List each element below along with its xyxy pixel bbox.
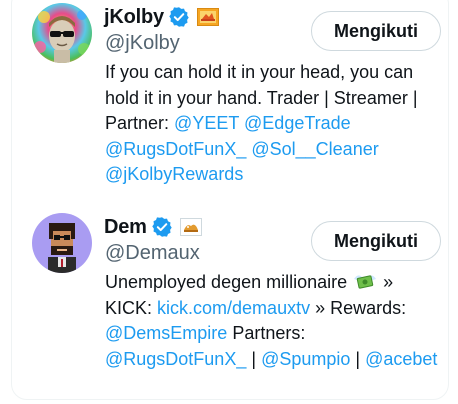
bio-line: @DemsEmpire Partners: [105, 321, 443, 347]
bio-text: KICK: [105, 297, 153, 318]
bio-text: » [383, 272, 394, 292]
mention-link-jkolbyrewards[interactable]: @jKolbyRewards [105, 164, 243, 184]
bio-text: » Rewards: [315, 297, 407, 318]
bio-line: @RugsDotFunX_ @Sol__Cleaner [105, 137, 443, 163]
money-with-wings-icon [352, 271, 378, 291]
verified-badge-icon [151, 216, 173, 238]
bio-line: Partner: @YEET @EdgeTrade [105, 111, 443, 137]
separator: | [251, 348, 257, 369]
kick-url-link[interactable]: kick.com/demauxtv [157, 298, 310, 318]
user-bio: Unemployed degen millionaire » KICK: kic… [105, 270, 443, 372]
bio-line: If you can hold it in your head, you can [105, 62, 414, 82]
bio-line: @jKolbyRewards [105, 162, 443, 188]
mention-link-acebet[interactable]: @acebet [365, 349, 437, 369]
affiliate-badge-icon[interactable] [179, 218, 202, 236]
mention-link-edgetrade[interactable]: @EdgeTrade [244, 113, 351, 133]
following-button[interactable]: Mengikuti [311, 221, 441, 261]
user-cell-dem[interactable]: Dem @Demaux Mengikuti Unemployed degen m… [12, 211, 450, 393]
bio-line: Unemployed degen millionaire » [105, 270, 443, 296]
name-row: Dem [104, 214, 202, 240]
avatar[interactable] [32, 213, 92, 273]
mention-link-yeet[interactable]: @YEET [174, 113, 239, 133]
affiliate-badge-icon[interactable] [196, 8, 219, 26]
who-to-follow-panel: jKolby @jKolby Mengikuti If you can hold… [11, 0, 449, 400]
bio-text: Partners: [232, 323, 306, 343]
mention-link-rugsdotfunx[interactable]: @RugsDotFunX_ [105, 139, 246, 159]
user-handle[interactable]: @jKolby [105, 32, 180, 55]
bio-line: hold it in your hand. Trader | Streamer … [105, 87, 418, 108]
separator: | [355, 348, 361, 369]
verified-badge-icon [168, 6, 190, 28]
name-row: jKolby [104, 4, 219, 30]
mention-link-rugsdotfunx[interactable]: @RugsDotFunX_ [105, 349, 246, 369]
avatar[interactable] [32, 3, 92, 63]
mention-link-spumpio[interactable]: @Spumpio [261, 349, 350, 369]
bio-text: Partner: [105, 113, 170, 133]
bio-line: KICK: kick.com/demauxtv » Rewards: [105, 296, 443, 322]
display-name[interactable]: jKolby [104, 6, 164, 29]
user-handle[interactable]: @Demaux [105, 242, 200, 265]
bio-line: @RugsDotFunX_ | @Spumpio | @acebet [105, 347, 443, 373]
bio-text: Unemployed degen millionaire [105, 272, 348, 292]
mention-link-demsempire[interactable]: @DemsEmpire [105, 323, 227, 343]
user-cell-jkolby[interactable]: jKolby @jKolby Mengikuti If you can hold… [12, 1, 450, 211]
user-bio: If you can hold it in your head, you can… [105, 60, 443, 188]
following-button[interactable]: Mengikuti [311, 11, 441, 51]
display-name[interactable]: Dem [104, 216, 147, 239]
mention-link-sol-cleaner[interactable]: @Sol__Cleaner [251, 139, 378, 159]
